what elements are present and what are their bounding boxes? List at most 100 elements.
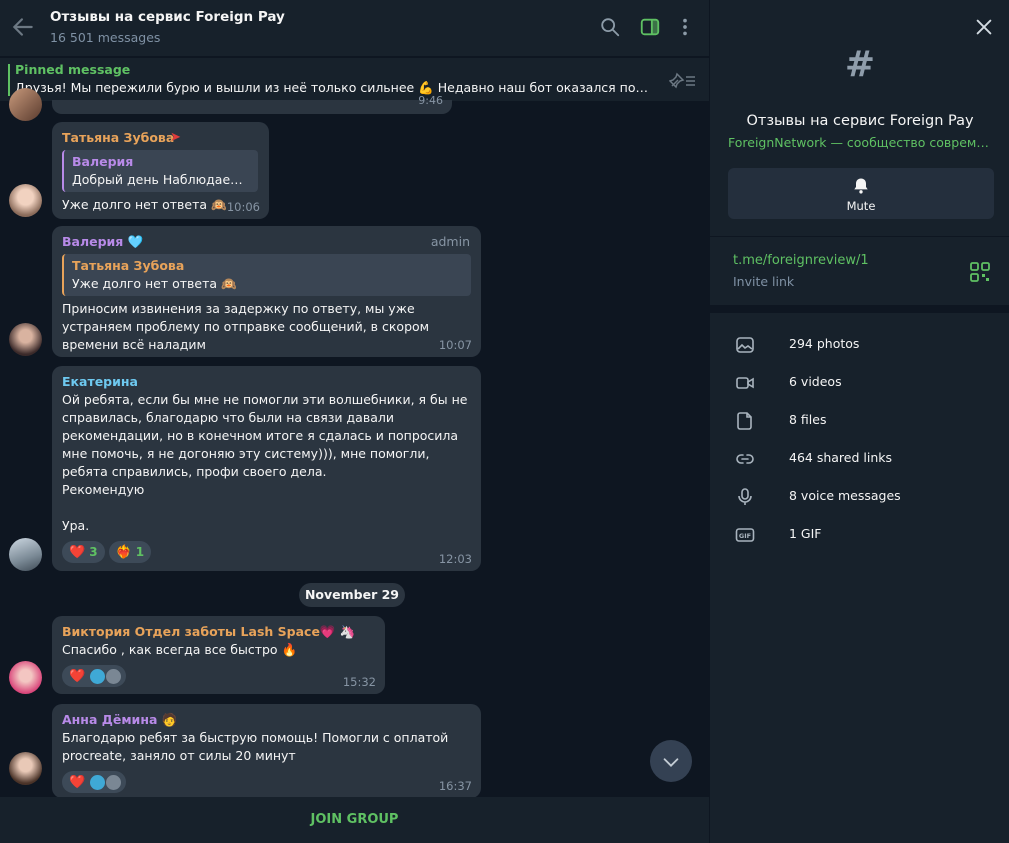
sender-name[interactable]: Валерия 🩵: [62, 233, 471, 251]
channel-hash-icon: #: [844, 44, 876, 85]
search-icon[interactable]: [599, 16, 621, 38]
reactor-avatar: [105, 773, 123, 791]
reaction-heart[interactable]: ❤️: [62, 771, 127, 793]
video-icon: [736, 377, 754, 389]
link-icon: [736, 454, 754, 464]
media-label: 464 shared links: [789, 450, 893, 465]
back-arrow-icon[interactable]: [10, 14, 36, 40]
sender-name[interactable]: Екатерина: [62, 373, 471, 391]
message-bubble: Екатерина Ой ребята, если бы мне не помо…: [52, 366, 481, 571]
reactions: ❤️: [62, 665, 375, 687]
svg-text:GIF: GIF: [739, 532, 751, 540]
media-gifs[interactable]: GIF 1 GIF: [710, 516, 1009, 554]
media-voice[interactable]: 8 voice messages: [710, 478, 1009, 516]
gif-icon: GIF: [735, 528, 755, 542]
reaction-heart-fire[interactable]: ❤️‍🔥 1: [108, 541, 152, 563]
bell-icon: [854, 178, 868, 194]
message-text: Благодарю ребят за быструю помощь! Помог…: [62, 730, 449, 763]
pinned-list-icon[interactable]: [669, 70, 697, 90]
date-separator: November 29: [299, 583, 405, 607]
invite-link-label: Invite link: [733, 274, 795, 289]
group-description[interactable]: ForeignNetwork — сообщество современных.…: [728, 135, 996, 150]
heart-fire-icon: ❤️‍🔥: [115, 544, 132, 560]
file-icon: [737, 412, 752, 430]
media-label: 8 voice messages: [789, 488, 901, 503]
member-count: 16 501 messages: [50, 30, 161, 45]
reply-preview[interactable]: Валерия Добрый день Наблюдаем з...: [62, 150, 258, 192]
avatar[interactable]: [9, 538, 42, 571]
reply-preview[interactable]: Татьяна Зубова Уже долго нет ответа 🙉: [62, 254, 471, 296]
sender-name[interactable]: Виктория Отдел заботы Lash Space💗 🦄: [62, 623, 375, 641]
chevron-down-icon: [663, 758, 679, 767]
chat-title[interactable]: Отзывы на сервис Foreign Pay: [50, 9, 285, 25]
reply-sender: Валерия: [72, 154, 134, 169]
heart-icon: ❤️: [69, 544, 86, 560]
group-info-panel: # Отзывы на сервис Foreign Pay ForeignNe…: [709, 0, 1009, 843]
chat-area: Отзывы на сервис Foreign Pay 16 501 mess…: [0, 0, 709, 843]
reactions: ❤️: [62, 771, 471, 793]
pinned-indicator: [8, 64, 10, 96]
reply-text: Добрый день Наблюдаем з...: [72, 172, 250, 187]
heart-icon: ❤️: [69, 668, 86, 684]
message-time: 12:03: [438, 552, 472, 566]
avatar[interactable]: [9, 323, 42, 356]
chat-header: Отзывы на сервис Foreign Pay 16 501 mess…: [0, 0, 709, 56]
flag-icon: ➤: [170, 130, 181, 145]
reactor-avatar: [89, 667, 107, 685]
partial-avatar[interactable]: [9, 88, 42, 121]
avatar[interactable]: [9, 661, 42, 694]
message-text: Ой ребята, если бы мне не помогли эти во…: [62, 392, 468, 533]
message-text: Спасибо , как всегда все быстро 🔥: [62, 642, 298, 657]
reactor-avatar: [89, 773, 107, 791]
reply-text: Уже долго нет ответа 🙉: [72, 276, 237, 291]
media-label: 1 GIF: [789, 526, 822, 541]
media-files[interactable]: 8 files: [710, 402, 1009, 440]
close-icon[interactable]: [973, 16, 995, 38]
message-bubble: Анна Дёмина 🧑 Благодарю ребят за быструю…: [52, 704, 481, 798]
sender-name[interactable]: Татьяна Зубова: [62, 129, 259, 147]
microphone-icon: [738, 488, 752, 505]
mute-label: Mute: [846, 199, 876, 213]
message-time: 9:46: [418, 94, 443, 107]
avatar[interactable]: [9, 184, 42, 217]
media-label: 294 photos: [789, 336, 860, 351]
join-group-button[interactable]: JOIN GROUP: [0, 797, 709, 843]
photo-icon: [736, 337, 754, 353]
message-bubble: Виктория Отдел заботы Lash Space💗 🦄 Спас…: [52, 616, 385, 694]
scroll-down-button[interactable]: [650, 740, 692, 782]
reply-sender: Татьяна Зубова: [72, 258, 185, 273]
media-label: 6 videos: [789, 374, 842, 389]
reaction-count: 3: [89, 545, 98, 559]
partial-message: 9:46: [52, 94, 452, 114]
more-options-icon[interactable]: [674, 16, 696, 38]
pinned-text: Друзья! Мы пережили бурю и вышли из неё …: [15, 80, 655, 95]
section-divider: [710, 305, 1009, 313]
invite-link[interactable]: t.me/foreignreview/1: [733, 253, 869, 268]
reaction-heart[interactable]: ❤️ 3: [62, 541, 105, 563]
reactor-avatar: [105, 667, 123, 685]
message-time: 10:07: [438, 338, 472, 352]
reactions: ❤️ 3 ❤️‍🔥 1: [62, 541, 471, 563]
sender-name[interactable]: Анна Дёмина 🧑: [62, 711, 471, 729]
reaction-count: 1: [135, 545, 145, 559]
pinned-label: Pinned message: [15, 62, 131, 77]
qr-code-icon[interactable]: [970, 262, 990, 282]
media-videos[interactable]: 6 videos: [710, 364, 1009, 402]
message-bubble: Татьяна Зубова ➤ Валерия Добрый день Наб…: [52, 122, 269, 219]
media-label: 8 files: [789, 412, 827, 427]
reaction-heart[interactable]: ❤️: [62, 665, 127, 687]
join-bar: JOIN GROUP: [0, 797, 709, 843]
message-bubble: Валерия 🩵 admin Татьяна Зубова Уже долго…: [52, 226, 481, 357]
media-photos[interactable]: 294 photos: [710, 326, 1009, 364]
pinned-message-bar[interactable]: Pinned message Друзья! Мы пережили бурю …: [0, 57, 709, 101]
admin-badge: admin: [430, 234, 470, 249]
sidebar-toggle-icon[interactable]: [639, 16, 661, 38]
media-links[interactable]: 464 shared links: [710, 440, 1009, 478]
message-time: 10:06: [226, 200, 260, 214]
avatar[interactable]: [9, 752, 42, 785]
section-divider: [710, 236, 1009, 237]
message-time: 16:37: [438, 779, 472, 793]
mute-button[interactable]: Mute: [728, 168, 994, 219]
message-text: Приносим извинения за задержку по ответу…: [62, 301, 430, 352]
heart-icon: ❤️: [69, 774, 86, 790]
